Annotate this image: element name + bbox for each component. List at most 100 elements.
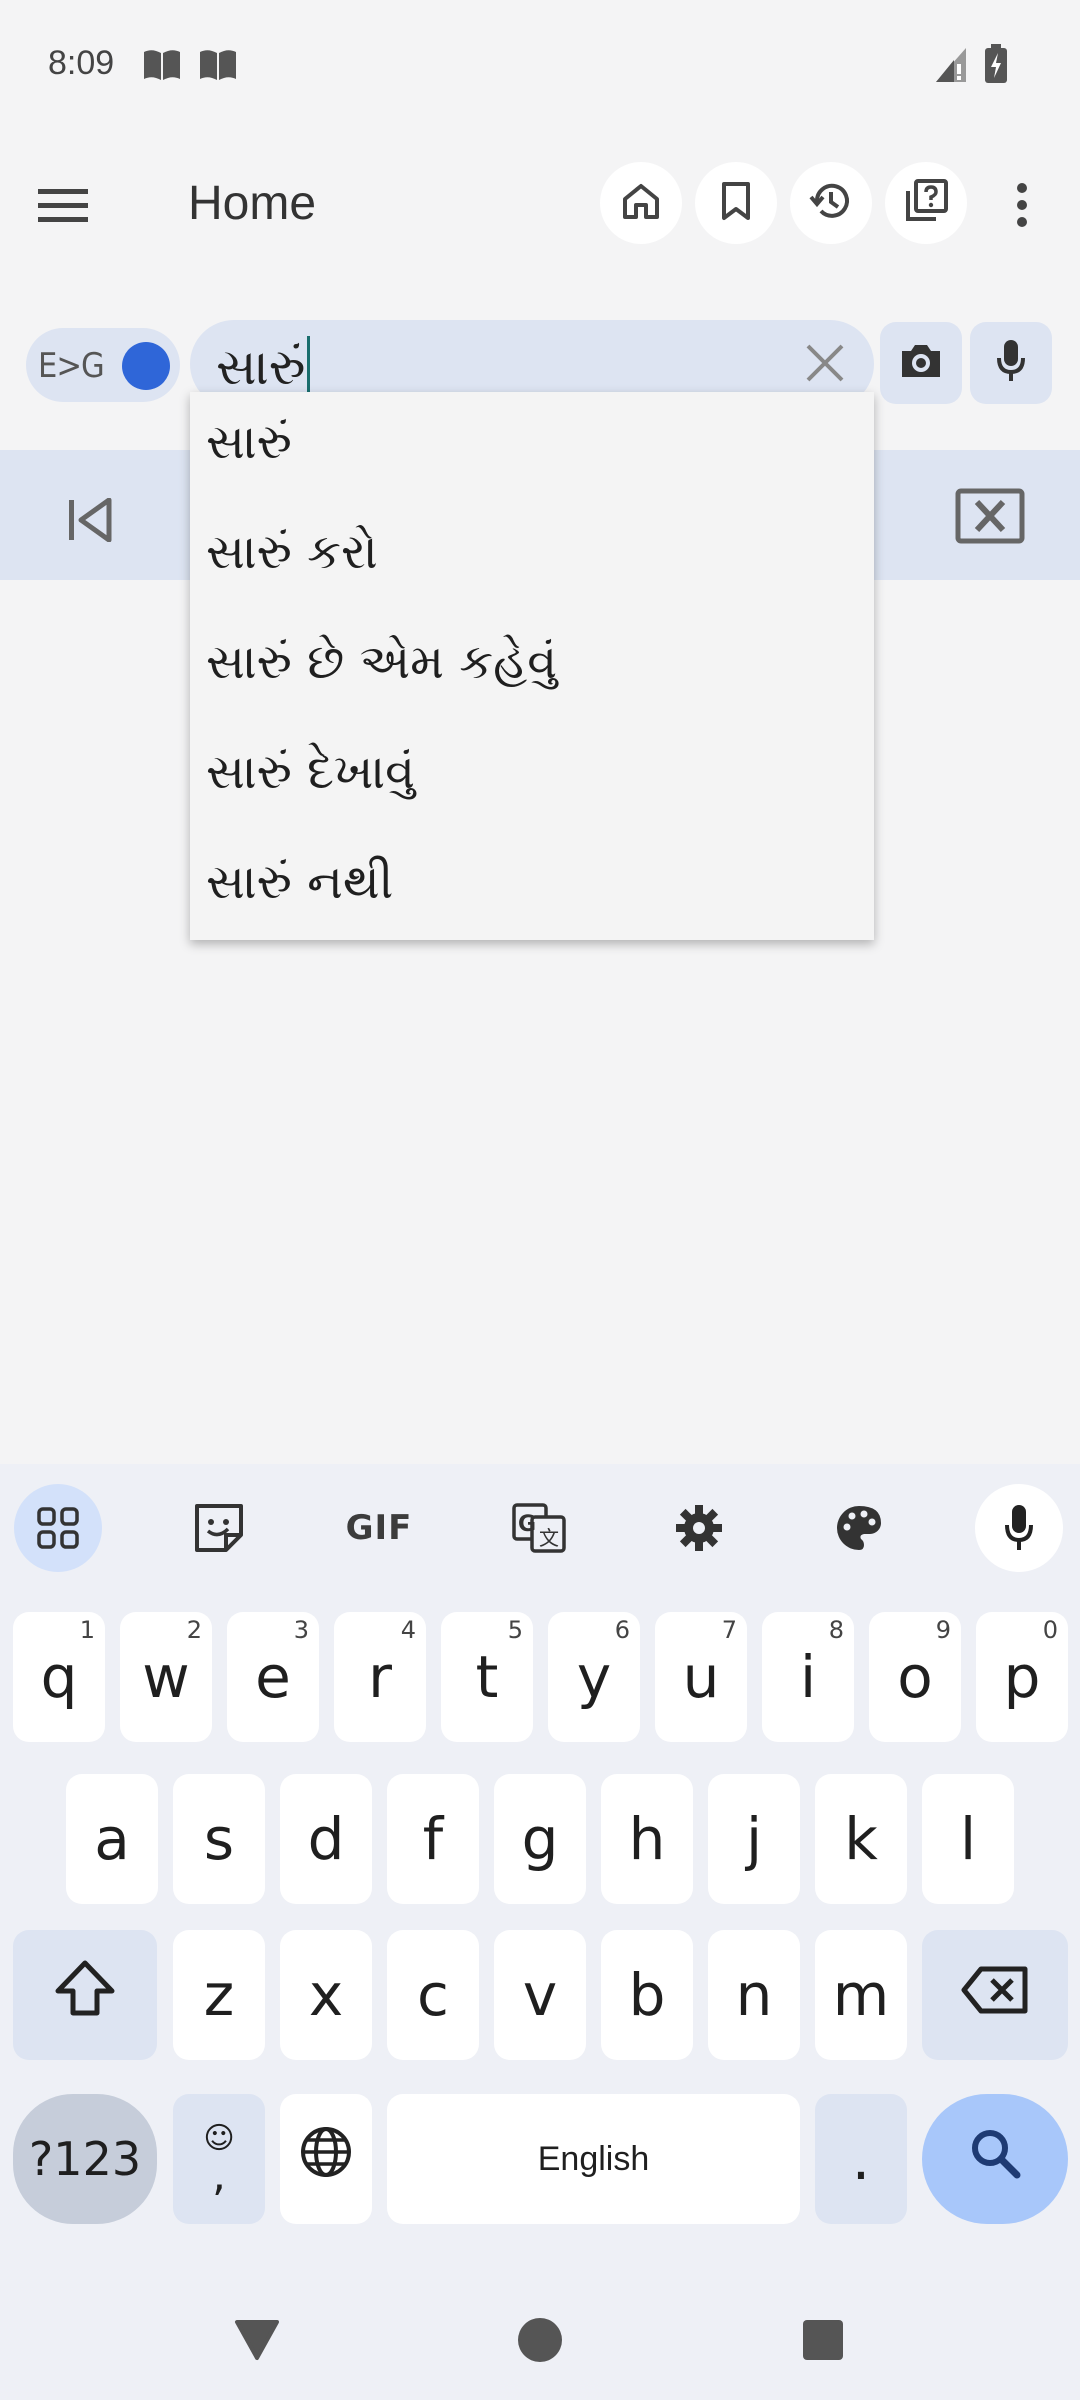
camera-button[interactable] [880, 322, 962, 404]
direction-toggle[interactable]: E>G [26, 328, 180, 402]
search-query: સારું [216, 338, 306, 396]
app-bar: Home [0, 150, 1080, 260]
gif-button[interactable]: GIF [335, 1484, 423, 1572]
key-label: n [735, 1961, 773, 2029]
key-s[interactable]: s [173, 1774, 265, 1904]
suggestions-dropdown: સારું સારું કરો સારું છે એમ કહેવું સારું… [190, 392, 874, 940]
suggestion-item[interactable]: સારું નથી [206, 832, 856, 932]
key-label: l [959, 1805, 977, 1873]
key-k[interactable]: k [815, 1774, 907, 1904]
globe-icon [299, 2125, 353, 2193]
system-nav-bar [0, 2280, 1080, 2400]
key-w[interactable]: w2 [120, 1612, 212, 1742]
keyboard-mic-icon[interactable] [975, 1484, 1063, 1572]
clear-icon[interactable] [802, 340, 848, 386]
key-label: m [832, 1961, 890, 2029]
key-b[interactable]: b [601, 1930, 693, 2060]
home-icon [621, 181, 661, 225]
space-label: English [537, 2139, 650, 2178]
mic-icon [996, 338, 1026, 388]
key-q[interactable]: q1 [13, 1612, 105, 1742]
language-key[interactable] [280, 2094, 372, 2224]
search-input[interactable]: સારું [216, 336, 311, 397]
back-icon[interactable] [227, 2310, 287, 2370]
key-label: x [308, 1961, 344, 2029]
key-label: i [799, 1643, 817, 1711]
direction-label: E>G [38, 346, 105, 386]
key-c[interactable]: c [387, 1930, 479, 2060]
key-f[interactable]: f [387, 1774, 479, 1904]
key-o[interactable]: o9 [869, 1612, 961, 1742]
period-key[interactable]: . [815, 2094, 907, 2224]
settings-icon[interactable] [655, 1484, 743, 1572]
quiz-button[interactable] [885, 162, 967, 244]
suggestion-item[interactable]: સારું કરો [206, 502, 856, 602]
key-label: u [682, 1643, 720, 1711]
key-label: b [628, 1961, 666, 2029]
emoji-comma-key[interactable]: ☺ , [173, 2094, 265, 2224]
text-caret [307, 336, 311, 394]
key-hint: 4 [400, 1616, 416, 1644]
key-h[interactable]: h [601, 1774, 693, 1904]
quiz-icon [904, 179, 948, 227]
key-l[interactable]: l [922, 1774, 1014, 1904]
status-time: 8:09 [48, 44, 115, 82]
key-label: z [203, 1961, 235, 2029]
menu-icon[interactable] [30, 172, 96, 238]
key-j[interactable]: j [708, 1774, 800, 1904]
key-label: c [417, 1961, 449, 2029]
first-entry-icon[interactable] [60, 490, 120, 550]
svg-text:文: 文 [539, 1526, 559, 1550]
more-vert-icon[interactable] [992, 172, 1052, 238]
recents-icon[interactable] [793, 2310, 853, 2370]
key-hint: 2 [186, 1616, 202, 1644]
key-hint: 7 [721, 1616, 737, 1644]
close-box-icon[interactable] [954, 486, 1026, 546]
period-label: . [851, 2125, 871, 2193]
key-v[interactable]: v [494, 1930, 586, 2060]
bookmarks-button[interactable] [695, 162, 777, 244]
suggestion-item[interactable]: સારું [206, 392, 856, 492]
key-n[interactable]: n [708, 1930, 800, 2060]
bookmark-icon [721, 181, 751, 225]
key-label: g [521, 1805, 559, 1873]
search-enter-key[interactable] [922, 2094, 1068, 2224]
key-label: w [142, 1643, 190, 1711]
voice-search-button[interactable] [970, 322, 1052, 404]
key-r[interactable]: r4 [334, 1612, 426, 1742]
key-i[interactable]: i8 [762, 1612, 854, 1742]
key-label: f [422, 1805, 444, 1873]
key-z[interactable]: z [173, 1930, 265, 2060]
key-p[interactable]: p0 [976, 1612, 1068, 1742]
shift-key[interactable] [13, 1930, 157, 2060]
sticker-icon[interactable] [175, 1484, 263, 1572]
key-x[interactable]: x [280, 1930, 372, 2060]
key-label: k [844, 1805, 878, 1873]
key-a[interactable]: a [66, 1774, 158, 1904]
status-bar: 8:09 [0, 0, 1080, 130]
translate-icon[interactable]: G文 [495, 1484, 583, 1572]
key-e[interactable]: e3 [227, 1612, 319, 1742]
home-circle-icon[interactable] [510, 2310, 570, 2370]
suggestion-item[interactable]: સારું છે એમ કહેવું [206, 612, 856, 712]
apps-grid-icon[interactable] [14, 1484, 102, 1572]
key-y[interactable]: y6 [548, 1612, 640, 1742]
key-t[interactable]: t5 [441, 1612, 533, 1742]
symbols-key[interactable]: ?123 [13, 2094, 157, 2224]
search-icon [969, 2125, 1021, 2193]
key-u[interactable]: u7 [655, 1612, 747, 1742]
space-key[interactable]: English [387, 2094, 800, 2224]
key-d[interactable]: d [280, 1774, 372, 1904]
key-label: a [94, 1805, 130, 1873]
key-g[interactable]: g [494, 1774, 586, 1904]
key-hint: 0 [1042, 1616, 1058, 1644]
home-button[interactable] [600, 162, 682, 244]
history-button[interactable] [790, 162, 872, 244]
key-hint: 5 [507, 1616, 523, 1644]
backspace-key[interactable] [922, 1930, 1068, 2060]
camera-icon [898, 341, 944, 385]
suggestion-item[interactable]: સારું દેખાવું [206, 722, 856, 822]
palette-icon[interactable] [815, 1484, 903, 1572]
book-icon [142, 48, 182, 86]
key-m[interactable]: m [815, 1930, 907, 2060]
